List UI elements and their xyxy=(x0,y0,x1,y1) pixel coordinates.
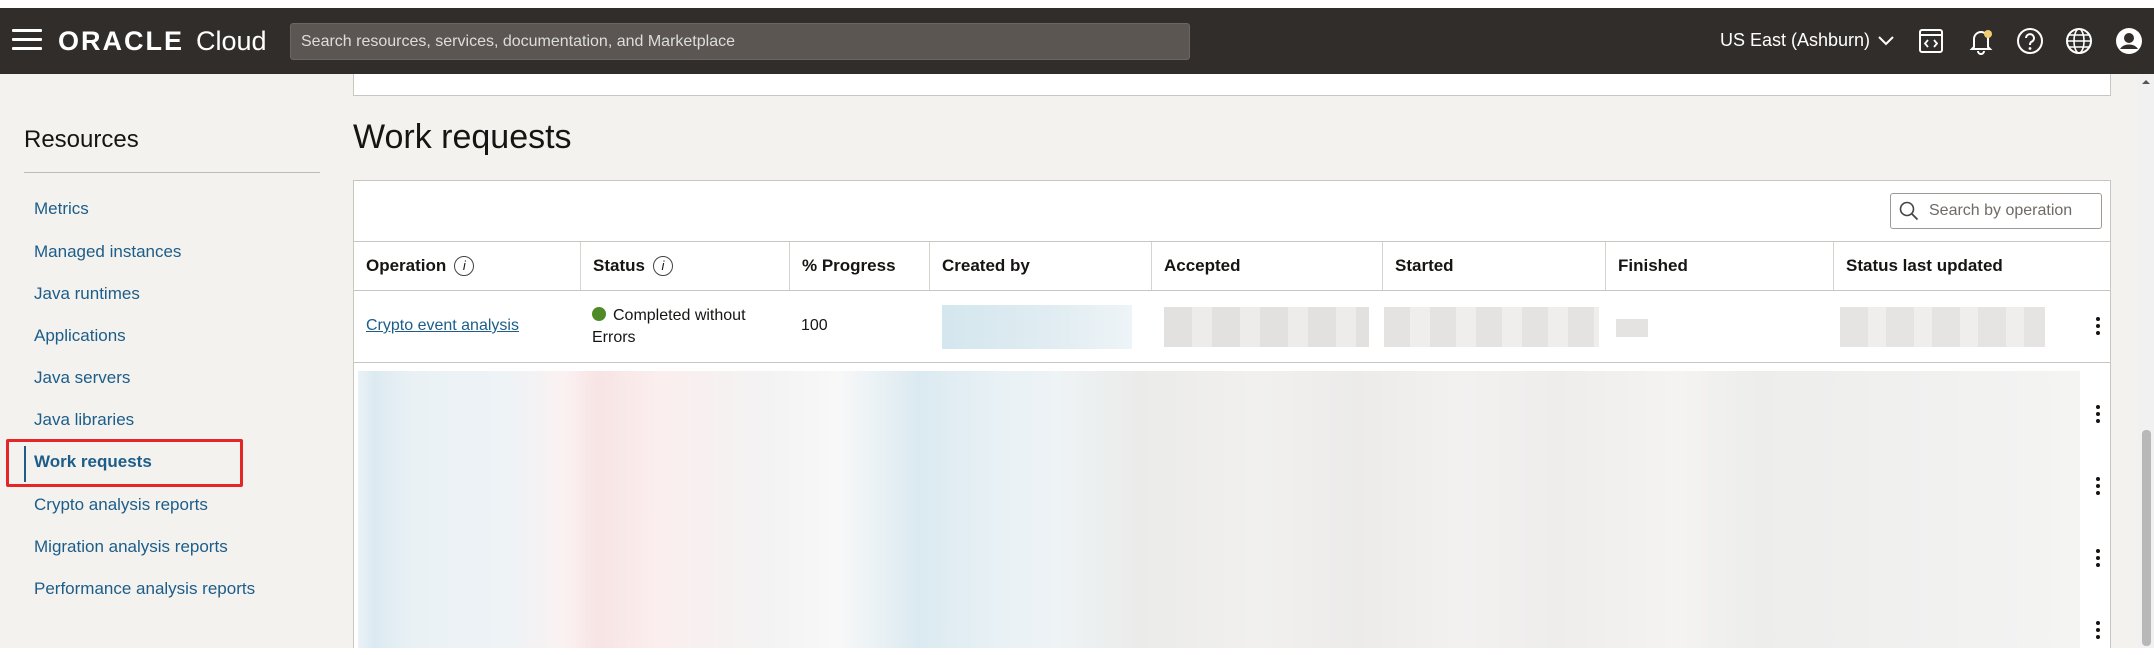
sidebar-item-metrics[interactable]: Metrics xyxy=(34,199,89,219)
top-navigation-bar: ORACLE Cloud Search resources, services,… xyxy=(0,8,2154,74)
bottom-strip xyxy=(0,648,2154,655)
status-cell: Completed without Errors xyxy=(592,303,789,349)
column-header-status-last-updated[interactable]: Status last updated xyxy=(1833,242,2110,290)
divider xyxy=(24,172,320,173)
column-header-status[interactable]: Status i xyxy=(580,242,789,290)
sidebar-item-java-runtimes[interactable]: Java runtimes xyxy=(34,284,140,304)
redacted-rows xyxy=(358,371,2080,649)
redacted-finished xyxy=(1616,319,1648,337)
column-header-created-by[interactable]: Created by xyxy=(929,242,1151,290)
scrollbar-thumb[interactable] xyxy=(2142,430,2151,646)
search-icon xyxy=(1899,201,1919,221)
brand-oracle: ORACLE xyxy=(58,25,184,56)
page-title: Work requests xyxy=(353,118,572,156)
row-actions-menu[interactable] xyxy=(2088,615,2108,645)
column-header-progress[interactable]: % Progress xyxy=(789,242,929,290)
status-ok-dot xyxy=(592,307,606,321)
redacted-started xyxy=(1384,307,1599,347)
redacted-accepted xyxy=(1164,307,1369,347)
column-header-accepted[interactable]: Accepted xyxy=(1151,242,1382,290)
menu-icon[interactable] xyxy=(12,29,42,53)
top-strip xyxy=(0,0,2154,8)
user-icon[interactable] xyxy=(2112,24,2146,58)
previous-panel xyxy=(353,74,2111,96)
work-requests-table: Operation i Status i % Progress Created … xyxy=(353,180,2111,650)
column-label: Operation xyxy=(366,256,447,275)
sidebar-item-applications[interactable]: Applications xyxy=(34,326,126,346)
redacted-status-updated xyxy=(1840,307,2045,347)
table-header: Operation i Status i % Progress Created … xyxy=(354,241,2110,291)
region-label: US East (Ashburn) xyxy=(1720,30,1871,50)
row-actions-menu[interactable] xyxy=(2088,543,2108,573)
resources-heading: Resources xyxy=(24,126,139,153)
bell-icon[interactable] xyxy=(1964,24,1998,58)
sidebar-item-java-servers[interactable]: Java servers xyxy=(34,368,130,388)
highlight-box xyxy=(6,439,243,487)
globe-icon[interactable] xyxy=(2062,24,2096,58)
brand-cloud: Cloud xyxy=(196,25,267,56)
sidebar-item-java-libraries[interactable]: Java libraries xyxy=(34,410,134,430)
oracle-cloud-logo[interactable]: ORACLE Cloud xyxy=(58,24,267,58)
column-header-started[interactable]: Started xyxy=(1382,242,1605,290)
sidebar-item-performance-analysis-reports[interactable]: Performance analysis reports xyxy=(34,579,255,599)
redacted-created-by xyxy=(942,305,1132,349)
info-icon[interactable]: i xyxy=(652,256,673,276)
column-header-operation[interactable]: Operation i xyxy=(354,242,580,290)
info-icon[interactable]: i xyxy=(454,256,475,276)
help-icon[interactable] xyxy=(2013,24,2047,58)
column-label: Status xyxy=(593,256,645,275)
sidebar-item-migration-analysis-reports[interactable]: Migration analysis reports xyxy=(34,537,228,557)
chevron-down-icon xyxy=(1878,35,1894,45)
row-actions-menu[interactable] xyxy=(2088,399,2108,429)
sidebar-item-crypto-analysis-reports[interactable]: Crypto analysis reports xyxy=(34,495,208,515)
status-text: Completed without Errors xyxy=(592,307,746,346)
operation-search[interactable] xyxy=(1890,193,2102,229)
global-search-input[interactable]: Search resources, services, documentatio… xyxy=(290,23,1190,60)
row-actions-menu[interactable] xyxy=(2088,471,2108,501)
row-actions-menu[interactable] xyxy=(2088,311,2108,341)
table-row: Crypto event analysis Completed without … xyxy=(354,291,2110,363)
operation-link[interactable]: Crypto event analysis xyxy=(366,317,519,335)
region-selector[interactable]: US East (Ashburn) xyxy=(1720,30,1894,51)
scroll-up-arrow-icon[interactable] xyxy=(2140,76,2152,88)
column-header-finished[interactable]: Finished xyxy=(1605,242,1833,290)
operation-search-input[interactable] xyxy=(1927,201,2091,221)
progress-value: 100 xyxy=(801,317,828,334)
code-editor-icon[interactable] xyxy=(1914,24,1948,58)
sidebar-item-managed-instances[interactable]: Managed instances xyxy=(34,242,181,262)
